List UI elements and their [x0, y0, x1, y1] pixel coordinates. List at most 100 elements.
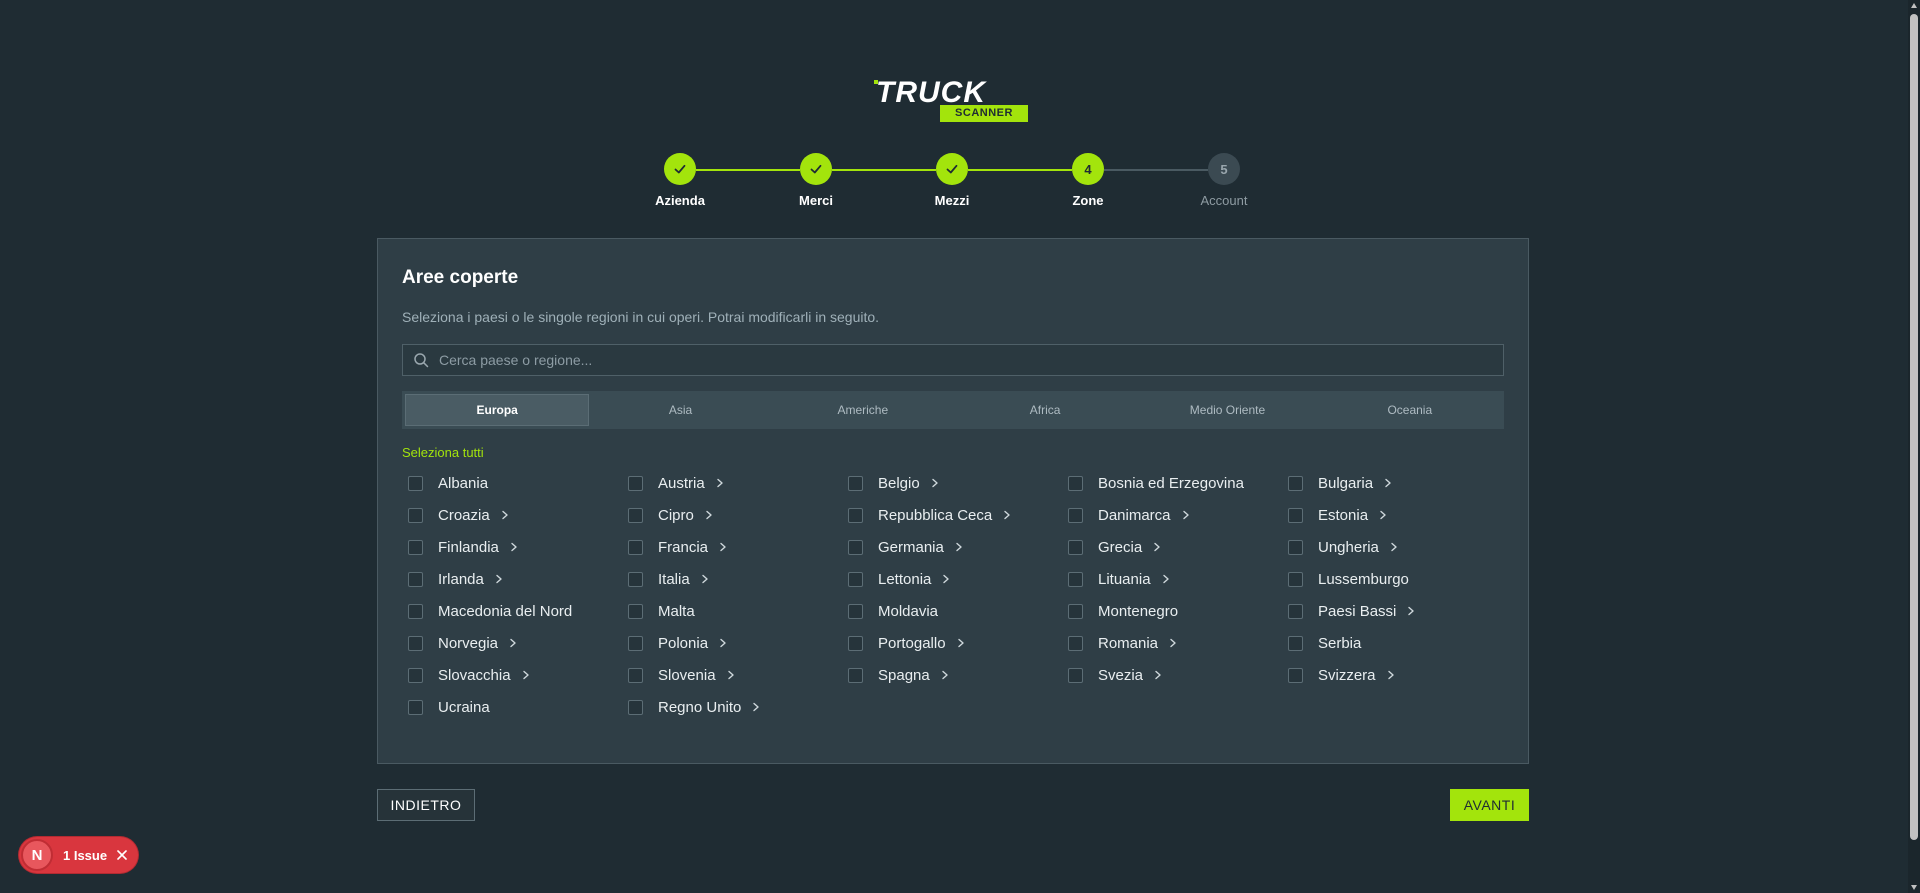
back-button[interactable]: INDIETRO: [377, 789, 475, 821]
chevron-right-icon[interactable]: [494, 574, 504, 584]
country-checkbox[interactable]: [408, 667, 423, 683]
country-checkbox[interactable]: [1068, 507, 1083, 523]
country-item[interactable]: Paesi Bassi: [1288, 595, 1508, 627]
country-item[interactable]: Irlanda: [408, 563, 628, 595]
chevron-right-icon[interactable]: [508, 638, 518, 648]
country-checkbox[interactable]: [1068, 571, 1083, 587]
country-item[interactable]: Bulgaria: [1288, 467, 1508, 499]
country-checkbox[interactable]: [1288, 507, 1303, 523]
country-item[interactable]: Germania: [848, 531, 1068, 563]
country-checkbox[interactable]: [1288, 571, 1303, 587]
chevron-right-icon[interactable]: [718, 638, 728, 648]
country-item[interactable]: Slovacchia: [408, 659, 628, 691]
country-item[interactable]: Lituania: [1068, 563, 1288, 595]
country-checkbox[interactable]: [1068, 475, 1083, 491]
country-item[interactable]: Macedonia del Nord: [408, 595, 628, 627]
country-checkbox[interactable]: [848, 635, 863, 651]
country-checkbox[interactable]: [1288, 603, 1303, 619]
country-item[interactable]: Norvegia: [408, 627, 628, 659]
next-button[interactable]: AVANTI: [1450, 789, 1529, 821]
country-item[interactable]: Polonia: [628, 627, 848, 659]
chevron-right-icon[interactable]: [704, 510, 714, 520]
country-item[interactable]: Finlandia: [408, 531, 628, 563]
page-scrollbar[interactable]: [1908, 0, 1920, 893]
country-item[interactable]: Belgio: [848, 467, 1068, 499]
country-checkbox[interactable]: [628, 571, 643, 587]
tab-medio-oriente[interactable]: Medio Oriente: [1136, 394, 1318, 426]
country-checkbox[interactable]: [1068, 603, 1083, 619]
country-item[interactable]: Ucraina: [408, 691, 628, 723]
country-item[interactable]: Montenegro: [1068, 595, 1288, 627]
country-item[interactable]: Svizzera: [1288, 659, 1508, 691]
country-checkbox[interactable]: [408, 539, 423, 555]
country-checkbox[interactable]: [408, 571, 423, 587]
country-item[interactable]: Italia: [628, 563, 848, 595]
country-checkbox[interactable]: [848, 571, 863, 587]
country-item[interactable]: Lussemburgo: [1288, 563, 1508, 595]
country-checkbox[interactable]: [1288, 635, 1303, 651]
country-checkbox[interactable]: [848, 539, 863, 555]
country-checkbox[interactable]: [1288, 475, 1303, 491]
chevron-right-icon[interactable]: [509, 542, 519, 552]
country-checkbox[interactable]: [408, 699, 423, 715]
tab-oceania[interactable]: Oceania: [1319, 394, 1501, 426]
chevron-right-icon[interactable]: [1181, 510, 1191, 520]
country-checkbox[interactable]: [1068, 667, 1083, 683]
scrollbar-thumb[interactable]: [1910, 14, 1918, 840]
country-item[interactable]: Croazia: [408, 499, 628, 531]
chevron-right-icon[interactable]: [954, 542, 964, 552]
country-item[interactable]: Regno Unito: [628, 691, 848, 723]
country-item[interactable]: Lettonia: [848, 563, 1068, 595]
chevron-right-icon[interactable]: [500, 510, 510, 520]
chevron-right-icon[interactable]: [1386, 670, 1396, 680]
country-item[interactable]: Austria: [628, 467, 848, 499]
country-checkbox[interactable]: [628, 475, 643, 491]
country-item[interactable]: Portogallo: [848, 627, 1068, 659]
chevron-right-icon[interactable]: [726, 670, 736, 680]
country-item[interactable]: Svezia: [1068, 659, 1288, 691]
chevron-right-icon[interactable]: [521, 670, 531, 680]
country-checkbox[interactable]: [848, 603, 863, 619]
chevron-right-icon[interactable]: [1153, 670, 1163, 680]
chevron-right-icon[interactable]: [751, 702, 761, 712]
chevron-right-icon[interactable]: [940, 670, 950, 680]
search-input[interactable]: [439, 345, 1503, 375]
country-checkbox[interactable]: [408, 635, 423, 651]
country-checkbox[interactable]: [628, 699, 643, 715]
country-checkbox[interactable]: [848, 667, 863, 683]
country-checkbox[interactable]: [1288, 539, 1303, 555]
country-checkbox[interactable]: [408, 507, 423, 523]
country-checkbox[interactable]: [628, 635, 643, 651]
close-icon[interactable]: [117, 850, 127, 860]
country-item[interactable]: Ungheria: [1288, 531, 1508, 563]
country-checkbox[interactable]: [408, 603, 423, 619]
country-item[interactable]: Moldavia: [848, 595, 1068, 627]
country-checkbox[interactable]: [628, 507, 643, 523]
country-item[interactable]: Francia: [628, 531, 848, 563]
country-item[interactable]: Romania: [1068, 627, 1288, 659]
scroll-down-arrow-icon[interactable]: [1910, 883, 1918, 891]
country-item[interactable]: Danimarca: [1068, 499, 1288, 531]
tab-americhe[interactable]: Americhe: [772, 394, 954, 426]
country-checkbox[interactable]: [628, 667, 643, 683]
issues-indicator[interactable]: N 1 Issue: [19, 837, 138, 873]
country-item[interactable]: Slovenia: [628, 659, 848, 691]
country-item[interactable]: Repubblica Ceca: [848, 499, 1068, 531]
chevron-right-icon[interactable]: [1383, 478, 1393, 488]
chevron-right-icon[interactable]: [718, 542, 728, 552]
country-checkbox[interactable]: [1068, 539, 1083, 555]
country-checkbox[interactable]: [628, 603, 643, 619]
country-item[interactable]: Grecia: [1068, 531, 1288, 563]
tab-europa[interactable]: Europa: [405, 394, 590, 426]
chevron-right-icon[interactable]: [1389, 542, 1399, 552]
country-checkbox[interactable]: [848, 507, 863, 523]
chevron-right-icon[interactable]: [700, 574, 710, 584]
country-item[interactable]: Spagna: [848, 659, 1068, 691]
chevron-right-icon[interactable]: [1161, 574, 1171, 584]
country-item[interactable]: Serbia: [1288, 627, 1508, 659]
scroll-up-arrow-icon[interactable]: [1910, 2, 1918, 10]
chevron-right-icon[interactable]: [715, 478, 725, 488]
country-item[interactable]: Cipro: [628, 499, 848, 531]
country-item[interactable]: Albania: [408, 467, 628, 499]
tab-asia[interactable]: Asia: [589, 394, 771, 426]
